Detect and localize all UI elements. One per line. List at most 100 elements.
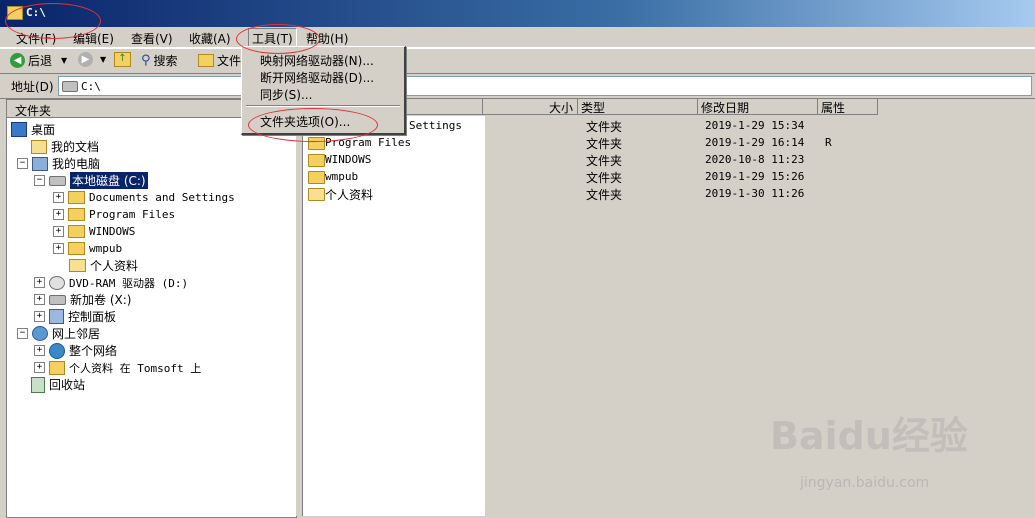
folder-open-icon (69, 259, 86, 272)
tree-item-personal[interactable]: 个人资料 (69, 257, 138, 274)
column-date[interactable]: 修改日期 (698, 99, 818, 115)
file-type: 文件夹 (586, 120, 623, 134)
drive-icon (49, 294, 66, 305)
address-bar: 地址(D) C:\ (0, 74, 1035, 99)
folders-button[interactable]: 文件 (198, 52, 241, 69)
tree-item-label: 个人资料 在 Tomsoft 上 (69, 361, 202, 375)
tree-item-entire-network[interactable]: + 整个网络 (34, 342, 117, 359)
file-type: 文件夹 (586, 137, 623, 151)
tree-item-dvd-d[interactable]: + DVD-RAM 驱动器 (D:) (34, 274, 188, 291)
tree-item-documents-settings[interactable]: + Documents and Settings (53, 189, 235, 206)
folder-icon (68, 208, 85, 221)
expand-icon[interactable]: + (53, 209, 64, 220)
expand-icon[interactable]: + (34, 311, 45, 322)
desktop-icon (11, 122, 27, 137)
computer-icon (32, 156, 48, 171)
column-header-bar: 大小 类型 修改日期 属性 (303, 99, 1035, 116)
expand-icon[interactable]: + (53, 226, 64, 237)
folder-icon (68, 191, 85, 204)
address-input[interactable]: C:\ (58, 76, 1032, 96)
expand-icon[interactable]: + (34, 362, 45, 373)
search-button[interactable]: ⚲ 搜索 (141, 52, 178, 69)
file-row[interactable]: 个人资料 文件夹 2019-1-30 11:26 (303, 185, 1035, 202)
tree-item-label: wmpub (89, 242, 123, 255)
tree-item-my-computer[interactable]: − 我的电脑 (17, 155, 100, 172)
address-value: C:\ (81, 80, 101, 93)
folder-open-icon (308, 188, 325, 201)
globe-icon (49, 342, 65, 359)
tree-item-label: 我的文档 (51, 140, 100, 154)
chevron-down-icon[interactable]: ▼ (100, 55, 106, 64)
folder-icon (308, 154, 325, 167)
tree-item-my-documents[interactable]: 我的文档 (31, 138, 99, 155)
drive-icon (49, 175, 66, 186)
annotation-circle (248, 108, 378, 142)
watermark-brand: Baidu经验 (770, 414, 968, 458)
folder-tree-pane: 文件夹 桌面 我的文档 − 我的电脑 − 本地磁盘 (C:) + Documen… (6, 99, 297, 518)
menu-favorites[interactable]: 收藏(A) (189, 30, 231, 47)
tree-item-network-share[interactable]: + 个人资料 在 Tomsoft 上 (34, 359, 201, 376)
tree-item-program-files[interactable]: + Program Files (53, 206, 175, 223)
tree-item-label: Documents and Settings (89, 191, 235, 204)
tree-item-recycle-bin[interactable]: 回收站 (31, 376, 85, 393)
tree-item-local-disk-c[interactable]: − 本地磁盘 (C:) (34, 172, 148, 189)
chevron-down-icon[interactable]: ▼ (61, 56, 67, 65)
expand-icon[interactable]: + (53, 243, 64, 254)
tree-item-label: 控制面板 (68, 310, 117, 324)
toolbar: ◀ 后退 ▼ ▶ ▼ ↑ ⚲ 搜索 文件 (0, 48, 1035, 74)
tree-item-control-panel[interactable]: + 控制面板 (34, 308, 116, 325)
menu-disconnect-network-drive[interactable]: 断开网络驱动器(D)... (260, 69, 374, 86)
collapse-icon[interactable]: − (34, 175, 45, 186)
file-name: WINDOWS (325, 153, 372, 166)
forward-arrow-icon: ▶ (78, 52, 93, 67)
up-folder-button[interactable]: ↑ (114, 52, 131, 67)
tree-item-wmpub[interactable]: + wmpub (53, 240, 122, 257)
expand-icon[interactable]: + (34, 294, 45, 305)
expand-icon[interactable]: + (34, 345, 45, 356)
folders-label: 文件 (217, 54, 242, 68)
back-label: 后退 (28, 54, 53, 68)
annotation-circle (5, 3, 101, 39)
tree-item-network-places[interactable]: − 网上邻居 (17, 325, 100, 342)
file-date: 2019-1-29 16:14 (705, 136, 805, 149)
folder-icon (68, 225, 85, 238)
tree-item-desktop[interactable]: 桌面 (11, 121, 55, 138)
menu-bar: 文件(F) 编辑(E) 查看(V) 收藏(A) 工具(T) 帮助(H) (0, 27, 1035, 49)
back-button[interactable]: ◀ 后退 ▼ (10, 52, 67, 69)
file-row[interactable]: wmpub 文件夹 2019-1-29 15:26 (303, 168, 1035, 185)
tree-item-windows[interactable]: + WINDOWS (53, 223, 135, 240)
expand-icon[interactable]: + (34, 277, 45, 288)
folder-icon (198, 54, 214, 67)
column-type[interactable]: 类型 (578, 99, 698, 115)
menu-map-network-drive[interactable]: 映射网络驱动器(N)... (260, 52, 374, 69)
title-bar: C:\ (0, 0, 1035, 27)
network-share-icon (49, 360, 65, 375)
file-row[interactable]: Program Files 文件夹 2019-1-29 16:14 R (303, 134, 1035, 151)
tree-item-label: 我的电脑 (52, 157, 101, 171)
address-label: 地址(D) (11, 80, 54, 94)
folder-icon (68, 242, 85, 255)
file-row[interactable]: WINDOWS 文件夹 2020-10-8 11:23 (303, 151, 1035, 168)
tree-item-label: Program Files (89, 208, 176, 221)
column-attr[interactable]: 属性 (818, 99, 878, 115)
collapse-icon[interactable]: − (17, 328, 28, 339)
file-name: Settings (409, 119, 462, 132)
file-date: 2019-1-29 15:34 (705, 119, 805, 132)
drive-icon (62, 81, 78, 92)
file-attr: R (825, 136, 832, 149)
back-arrow-icon: ◀ (10, 53, 25, 68)
file-type: 文件夹 (586, 154, 623, 168)
tree-item-label: 整个网络 (69, 344, 118, 358)
forward-button[interactable]: ▶ ▼ (78, 52, 106, 67)
tree-item-label-selected: 本地磁盘 (C:) (70, 172, 148, 189)
dvd-icon (49, 275, 65, 290)
collapse-icon[interactable]: − (17, 158, 28, 169)
menu-separator (246, 105, 400, 107)
expand-icon[interactable]: + (53, 192, 64, 203)
menu-synchronize[interactable]: 同步(S)... (260, 86, 312, 103)
menu-view[interactable]: 查看(V) (131, 30, 173, 47)
annotation-circle (236, 24, 320, 54)
tree-item-new-volume-x[interactable]: + 新加卷 (X:) (34, 291, 131, 308)
file-row[interactable]: Settings 文件夹 2019-1-29 15:34 (303, 117, 1035, 134)
column-size[interactable]: 大小 (483, 99, 578, 115)
